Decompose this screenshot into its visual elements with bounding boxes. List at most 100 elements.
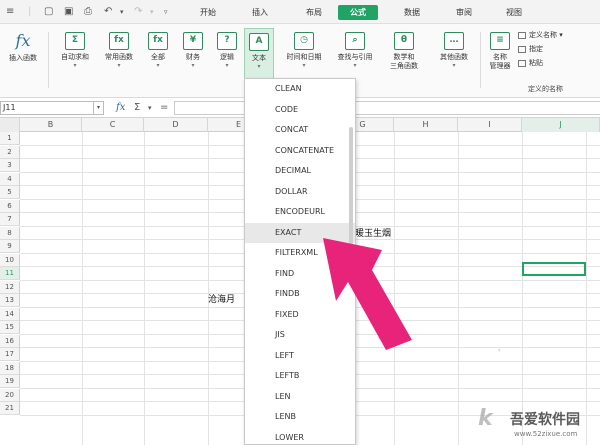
tab-data[interactable]: 数据: [396, 5, 428, 20]
row-header[interactable]: 11: [0, 267, 20, 280]
financial-button[interactable]: ¥ 财务 ▾: [178, 28, 208, 90]
column-header-b[interactable]: B: [20, 118, 82, 132]
function-item-len[interactable]: LEN: [245, 387, 355, 408]
watermark-url: www.52zixue.com: [514, 430, 578, 438]
new-file-icon[interactable]: ▢: [44, 6, 53, 18]
function-item-filterxml[interactable]: FILTERXML: [245, 243, 355, 264]
selected-cell-j11[interactable]: [522, 262, 586, 276]
function-item-left[interactable]: LEFT: [245, 346, 355, 367]
row-header[interactable]: 7: [0, 213, 20, 226]
row-header[interactable]: 16: [0, 334, 20, 348]
function-icon: fx: [109, 32, 129, 50]
row-header[interactable]: 10: [0, 253, 20, 267]
row-header[interactable]: 2: [0, 145, 20, 159]
save-icon[interactable]: ▣: [64, 6, 73, 18]
specify-button[interactable]: 指定: [518, 42, 598, 56]
autosum-button[interactable]: Σ 自动求和 ▾: [56, 28, 94, 90]
row-header[interactable]: 5: [0, 186, 20, 199]
column-line: [144, 132, 145, 445]
row-header[interactable]: 12: [0, 280, 20, 294]
defined-names-group: 定义名称 ▾ 指定 粘贴: [518, 28, 598, 70]
function-item-fixed[interactable]: FIXED: [245, 305, 355, 326]
name-box[interactable]: J11 ▾: [0, 101, 104, 115]
print-icon[interactable]: ⎙: [84, 6, 92, 18]
insert-function-button[interactable]: fx 插入函数: [3, 28, 43, 90]
row-header[interactable]: 1: [0, 132, 20, 145]
common-functions-button[interactable]: fx 常用函数 ▾: [100, 28, 138, 90]
tab-review[interactable]: 审阅: [448, 5, 480, 20]
undo-icon[interactable]: ↶: [104, 6, 112, 18]
column-header-j[interactable]: J: [522, 118, 600, 132]
math-icon: θ: [394, 32, 414, 50]
column-header-h[interactable]: H: [394, 118, 458, 132]
customize-toolbar-icon[interactable]: ▿: [164, 6, 168, 18]
row-header[interactable]: 17: [0, 348, 20, 361]
tab-home[interactable]: 开始: [192, 5, 224, 20]
column-header-i[interactable]: I: [458, 118, 522, 132]
equals-icon[interactable]: =: [160, 101, 168, 115]
paste-icon: [518, 59, 526, 67]
hamburger-icon[interactable]: ≡: [6, 6, 14, 18]
cursor-marker: ›: [498, 347, 501, 354]
function-item-find[interactable]: FIND: [245, 264, 355, 285]
row-header[interactable]: 3: [0, 159, 20, 172]
function-item-code[interactable]: CODE: [245, 100, 355, 121]
formula-input[interactable]: [174, 101, 600, 115]
tab-insert[interactable]: 插入: [244, 5, 276, 20]
row-header[interactable]: 9: [0, 240, 20, 253]
fx-icon[interactable]: fx: [116, 101, 125, 115]
define-name-button[interactable]: 定义名称 ▾: [518, 28, 598, 42]
redo-dropdown-icon[interactable]: ▾: [150, 6, 154, 18]
undo-dropdown-icon[interactable]: ▾: [120, 6, 124, 18]
function-item-decimal[interactable]: DECIMAL: [245, 161, 355, 182]
function-item-concatenate[interactable]: CONCATENATE: [245, 141, 355, 162]
function-item-lower[interactable]: LOWER: [245, 428, 355, 445]
tab-view[interactable]: 视图: [498, 5, 530, 20]
scrollbar[interactable]: [349, 127, 353, 277]
tab-formulas[interactable]: 公式: [338, 5, 378, 20]
row-header[interactable]: 14: [0, 307, 20, 321]
function-item-lenb[interactable]: LENB: [245, 407, 355, 428]
paste-button[interactable]: 粘贴: [518, 56, 598, 70]
row-header[interactable]: 19: [0, 375, 20, 388]
divider: [480, 32, 481, 88]
column-line: [586, 132, 587, 445]
row-header[interactable]: 15: [0, 321, 20, 334]
row-header[interactable]: 21: [0, 402, 20, 415]
redo-icon[interactable]: ↷: [134, 6, 142, 18]
function-item-clean[interactable]: CLEAN: [245, 79, 355, 100]
more-functions-button[interactable]: … 其他函数 ▾: [434, 28, 474, 90]
all-functions-button[interactable]: fx 全部 ▾: [142, 28, 174, 90]
select-all-corner[interactable]: [0, 118, 20, 132]
function-item-exact[interactable]: EXACT: [245, 222, 355, 243]
text-icon: A: [249, 33, 269, 51]
function-item-jis[interactable]: JIS: [245, 325, 355, 346]
row-header[interactable]: 6: [0, 199, 20, 213]
function-icon: fx: [148, 32, 168, 50]
function-item-findb[interactable]: FINDB: [245, 284, 355, 305]
column-header-c[interactable]: C: [82, 118, 144, 132]
function-item-leftb[interactable]: LEFTB: [245, 366, 355, 387]
tab-layout[interactable]: 布局: [298, 5, 330, 20]
chevron-down-icon[interactable]: ▾: [93, 102, 103, 114]
text-functions-dropdown[interactable]: CLEAN CODE CONCAT CONCATENATE DECIMAL DOLLAR E…: [244, 78, 356, 445]
row-header[interactable]: 20: [0, 388, 20, 402]
math-trig-button[interactable]: θ 数学和 三角函数: [384, 28, 424, 90]
function-item-concat[interactable]: CONCAT: [245, 120, 355, 141]
sigma-icon[interactable]: Σ: [134, 101, 140, 115]
chevron-down-icon: ▾: [117, 62, 121, 69]
row-header[interactable]: 18: [0, 361, 20, 375]
name-manager-button[interactable]: ≡ 名称 管理器: [484, 28, 516, 90]
menu-bar: ≡ | ▢ ▣ ⎙ ↶ ▾ ↷ ▾ ▿ 开始 插入 布局 公式 数据 审阅 视图: [0, 0, 600, 24]
separator: |: [28, 6, 32, 17]
function-item-dollar[interactable]: DOLLAR: [245, 182, 355, 203]
row-header[interactable]: 13: [0, 294, 20, 307]
column-header-d[interactable]: D: [144, 118, 208, 132]
row-header[interactable]: 4: [0, 172, 20, 186]
lookup-icon: ⌕: [345, 32, 365, 50]
cell-e13[interactable]: 沧海月: [208, 292, 235, 305]
function-item-encodeurl[interactable]: ENCODEURL: [245, 202, 355, 223]
row-header[interactable]: 8: [0, 226, 20, 240]
logical-button[interactable]: ? 逻辑 ▾: [212, 28, 242, 90]
chevron-down-icon[interactable]: ▾: [148, 101, 152, 115]
